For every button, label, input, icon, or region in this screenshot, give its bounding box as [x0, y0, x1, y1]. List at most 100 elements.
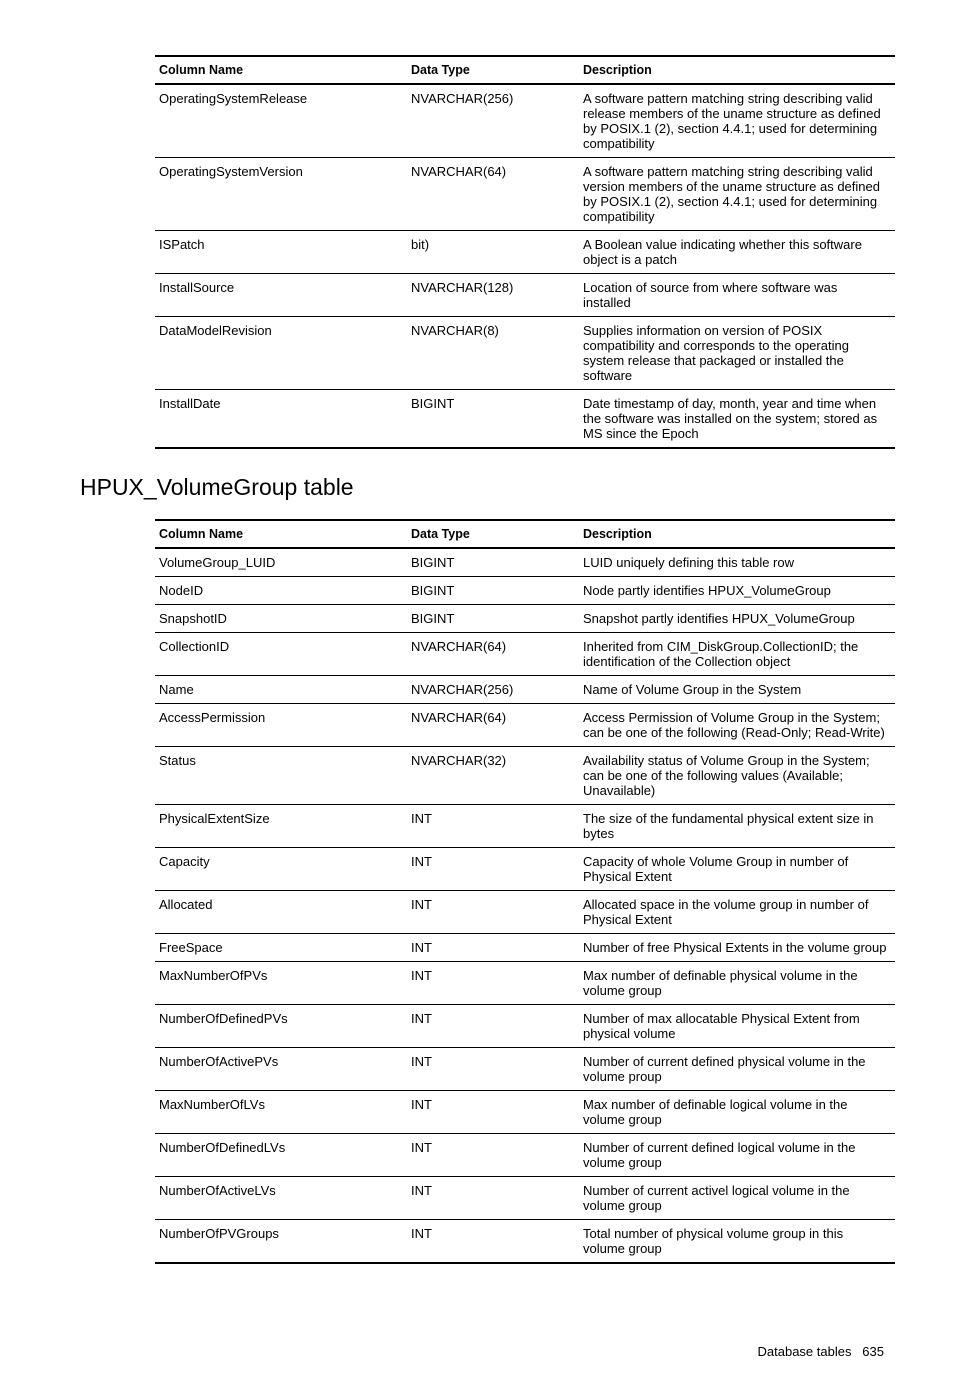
table-row: StatusNVARCHAR(32)Availability status of… [155, 747, 895, 805]
cell-column-name: ISPatch [155, 231, 407, 274]
table-header-row: Column Name Data Type Description [155, 56, 895, 84]
cell-column-name: FreeSpace [155, 934, 407, 962]
table-row: MaxNumberOfLVsINTMax number of definable… [155, 1091, 895, 1134]
table-row: InstallDateBIGINTDate timestamp of day, … [155, 390, 895, 449]
cell-description: Number of current defined logical volume… [579, 1134, 895, 1177]
table-row: NumberOfPVGroupsINTTotal number of physi… [155, 1220, 895, 1264]
table-row: NumberOfDefinedPVsINTNumber of max alloc… [155, 1005, 895, 1048]
table-row: CollectionIDNVARCHAR(64)Inherited from C… [155, 633, 895, 676]
cell-column-name: NumberOfActivePVs [155, 1048, 407, 1091]
cell-column-name: OperatingSystemVersion [155, 158, 407, 231]
cell-column-name: InstallDate [155, 390, 407, 449]
table-row: OperatingSystemReleaseNVARCHAR(256)A sof… [155, 84, 895, 158]
cell-column-name: Capacity [155, 848, 407, 891]
footer-page: 635 [862, 1344, 884, 1359]
cell-data-type: BIGINT [407, 390, 579, 449]
cell-description: Inherited from CIM_DiskGroup.CollectionI… [579, 633, 895, 676]
table-software: Column Name Data Type Description Operat… [155, 55, 895, 449]
cell-description: Allocated space in the volume group in n… [579, 891, 895, 934]
cell-data-type: INT [407, 805, 579, 848]
cell-data-type: INT [407, 1091, 579, 1134]
cell-description: Total number of physical volume group in… [579, 1220, 895, 1264]
cell-column-name: NumberOfActiveLVs [155, 1177, 407, 1220]
cell-data-type: NVARCHAR(64) [407, 158, 579, 231]
table-row: MaxNumberOfPVsINTMax number of definable… [155, 962, 895, 1005]
cell-column-name: AccessPermission [155, 704, 407, 747]
table-row: NodeIDBIGINTNode partly identifies HPUX_… [155, 577, 895, 605]
cell-column-name: Status [155, 747, 407, 805]
table-row: OperatingSystemVersionNVARCHAR(64)A soft… [155, 158, 895, 231]
cell-description: Number of max allocatable Physical Exten… [579, 1005, 895, 1048]
cell-description: Availability status of Volume Group in t… [579, 747, 895, 805]
page-footer: Database tables 635 [70, 1344, 884, 1359]
cell-data-type: INT [407, 1220, 579, 1264]
footer-label: Database tables [758, 1344, 852, 1359]
table-row: SnapshotIDBIGINTSnapshot partly identifi… [155, 605, 895, 633]
cell-data-type: NVARCHAR(64) [407, 704, 579, 747]
header-description: Description [579, 56, 895, 84]
cell-data-type: INT [407, 848, 579, 891]
table-row: AccessPermissionNVARCHAR(64)Access Permi… [155, 704, 895, 747]
table-row: InstallSourceNVARCHAR(128)Location of so… [155, 274, 895, 317]
cell-column-name: DataModelRevision [155, 317, 407, 390]
cell-description: The size of the fundamental physical ext… [579, 805, 895, 848]
cell-data-type: BIGINT [407, 577, 579, 605]
table-row: VolumeGroup_LUIDBIGINTLUID uniquely defi… [155, 548, 895, 577]
cell-data-type: NVARCHAR(64) [407, 633, 579, 676]
cell-description: Number of current defined physical volum… [579, 1048, 895, 1091]
cell-column-name: NumberOfPVGroups [155, 1220, 407, 1264]
cell-column-name: Name [155, 676, 407, 704]
table-row: NumberOfActivePVsINTNumber of current de… [155, 1048, 895, 1091]
cell-column-name: MaxNumberOfPVs [155, 962, 407, 1005]
table-row: ISPatchbit)A Boolean value indicating wh… [155, 231, 895, 274]
cell-description: Number of current activel logical volume… [579, 1177, 895, 1220]
cell-description: A software pattern matching string descr… [579, 84, 895, 158]
table-row: DataModelRevisionNVARCHAR(8)Supplies inf… [155, 317, 895, 390]
header-column-name: Column Name [155, 520, 407, 548]
cell-column-name: VolumeGroup_LUID [155, 548, 407, 577]
cell-data-type: NVARCHAR(8) [407, 317, 579, 390]
cell-data-type: NVARCHAR(128) [407, 274, 579, 317]
table-row: PhysicalExtentSizeINTThe size of the fun… [155, 805, 895, 848]
cell-data-type: INT [407, 1177, 579, 1220]
cell-data-type: INT [407, 1134, 579, 1177]
cell-column-name: NodeID [155, 577, 407, 605]
cell-column-name: Allocated [155, 891, 407, 934]
table-row: AllocatedINTAllocated space in the volum… [155, 891, 895, 934]
cell-data-type: NVARCHAR(256) [407, 84, 579, 158]
header-data-type: Data Type [407, 520, 579, 548]
cell-data-type: NVARCHAR(32) [407, 747, 579, 805]
cell-data-type: bit) [407, 231, 579, 274]
cell-column-name: OperatingSystemRelease [155, 84, 407, 158]
cell-data-type: INT [407, 934, 579, 962]
cell-description: Number of free Physical Extents in the v… [579, 934, 895, 962]
header-description: Description [579, 520, 895, 548]
cell-description: Max number of definable physical volume … [579, 962, 895, 1005]
cell-description: Supplies information on version of POSIX… [579, 317, 895, 390]
cell-description: Name of Volume Group in the System [579, 676, 895, 704]
cell-column-name: PhysicalExtentSize [155, 805, 407, 848]
cell-column-name: MaxNumberOfLVs [155, 1091, 407, 1134]
cell-data-type: INT [407, 891, 579, 934]
table-header-row: Column Name Data Type Description [155, 520, 895, 548]
cell-data-type: INT [407, 1048, 579, 1091]
cell-data-type: INT [407, 962, 579, 1005]
cell-description: Access Permission of Volume Group in the… [579, 704, 895, 747]
cell-description: A software pattern matching string descr… [579, 158, 895, 231]
table-row: FreeSpaceINTNumber of free Physical Exte… [155, 934, 895, 962]
cell-data-type: BIGINT [407, 548, 579, 577]
section-heading: HPUX_VolumeGroup table [80, 474, 884, 501]
table-row: NumberOfActiveLVsINTNumber of current ac… [155, 1177, 895, 1220]
cell-data-type: INT [407, 1005, 579, 1048]
cell-description: Max number of definable logical volume i… [579, 1091, 895, 1134]
cell-description: Capacity of whole Volume Group in number… [579, 848, 895, 891]
table-row: CapacityINTCapacity of whole Volume Grou… [155, 848, 895, 891]
cell-column-name: NumberOfDefinedLVs [155, 1134, 407, 1177]
header-data-type: Data Type [407, 56, 579, 84]
cell-description: Date timestamp of day, month, year and t… [579, 390, 895, 449]
cell-column-name: InstallSource [155, 274, 407, 317]
header-column-name: Column Name [155, 56, 407, 84]
cell-description: Node partly identifies HPUX_VolumeGroup [579, 577, 895, 605]
cell-description: Snapshot partly identifies HPUX_VolumeGr… [579, 605, 895, 633]
table-row: NumberOfDefinedLVsINTNumber of current d… [155, 1134, 895, 1177]
